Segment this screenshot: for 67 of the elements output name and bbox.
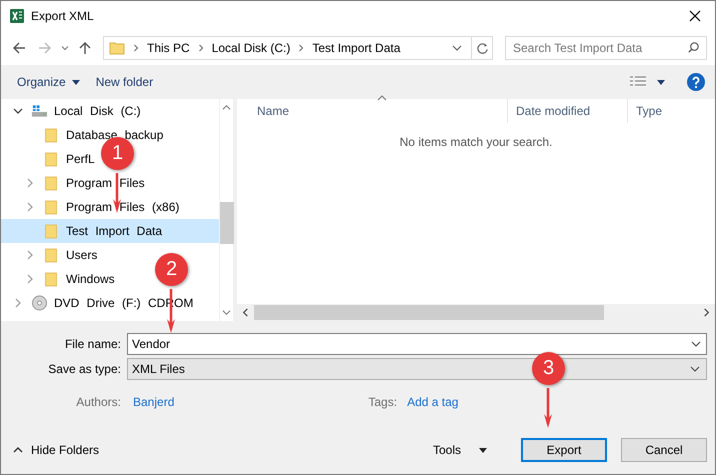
column-header[interactable]: Date modified	[507, 99, 627, 123]
tools-button[interactable]: Tools	[420, 439, 499, 461]
chevron-right-icon	[297, 44, 306, 52]
refresh-icon[interactable]	[476, 42, 488, 54]
chevron-up-icon[interactable]	[222, 103, 231, 112]
authors-link[interactable]: Banjerd	[133, 395, 174, 409]
folder-icon	[109, 40, 125, 56]
close-icon[interactable]	[689, 10, 701, 22]
search-field[interactable]: Search Test Import Data	[505, 36, 707, 60]
window-title: Export XML	[31, 9, 94, 23]
help-icon[interactable]	[687, 73, 705, 91]
chevron-down-icon[interactable]	[13, 106, 23, 116]
disc-icon	[31, 295, 48, 311]
tree-item[interactable]: Users	[1, 243, 100, 267]
breadcrumb[interactable]: Test Import Data	[312, 41, 400, 55]
folder-icon	[43, 151, 60, 167]
hide-folders-button[interactable]: Hide Folders	[1, 439, 112, 461]
column-header[interactable]: Type	[627, 99, 715, 123]
scrollbar[interactable]	[219, 99, 233, 321]
tags-label: Tags:	[368, 395, 398, 409]
tree-item[interactable]: PerfL	[1, 147, 97, 171]
chevron-left-icon[interactable]	[241, 308, 250, 317]
tree-item[interactable]: Program Files	[1, 171, 147, 195]
breadcrumb[interactable]: Local Disk (C:)	[212, 41, 290, 55]
tree-item[interactable]: Test Import Data	[1, 219, 219, 243]
folder-icon	[43, 175, 60, 191]
file-name-label: File name:	[64, 337, 122, 351]
breadcrumb[interactable]: This PC	[147, 41, 190, 55]
folder-icon	[43, 127, 60, 143]
caret-icon[interactable]	[657, 80, 665, 84]
add-tag-link[interactable]: Add a tag	[407, 395, 458, 409]
chevron-right-icon	[196, 44, 205, 52]
chevron-up-icon	[13, 445, 23, 455]
caret-icon	[72, 80, 80, 84]
folder-icon	[43, 247, 60, 263]
tree-item[interactable]: Windows	[1, 267, 117, 291]
folder-icon	[43, 223, 60, 239]
scrollbar[interactable]	[237, 304, 715, 321]
chevron-down-icon[interactable]	[222, 308, 231, 317]
chevron-down-icon	[690, 364, 700, 374]
empty-message: No items match your search.	[400, 135, 552, 149]
chevron-down-icon[interactable]	[452, 43, 462, 53]
file-name-field[interactable]: Vendor	[127, 333, 707, 355]
step-badge: 2	[155, 253, 188, 286]
new-folder-button[interactable]: New folder	[88, 71, 162, 93]
cancel-button[interactable]: Cancel	[621, 438, 707, 462]
file-type-label: Save as type:	[47, 362, 122, 376]
sort-caret-icon	[377, 95, 387, 101]
scrollbar-thumb[interactable]	[220, 202, 234, 244]
search-icon	[687, 41, 700, 54]
caret-icon	[479, 448, 487, 452]
chevron-right-icon[interactable]	[702, 308, 711, 317]
tree-item[interactable]: Program Files (x86)	[1, 195, 182, 219]
tree-item[interactable]: Local Disk (C:)	[1, 99, 143, 123]
chevron-down-icon	[691, 339, 701, 349]
spreadsheet-app-icon	[9, 8, 25, 24]
address-bar[interactable]: This PC Local Disk (C:) Test Import Data	[103, 36, 493, 60]
up-arrow-icon[interactable]	[78, 41, 92, 55]
chevron-right-icon	[132, 44, 140, 52]
export-button[interactable]: Export	[521, 438, 607, 462]
column-header[interactable]: Name	[237, 99, 507, 123]
authors-label: Authors:	[75, 395, 122, 409]
organize-button[interactable]: Organize	[9, 71, 88, 93]
folder-icon	[43, 271, 60, 287]
folder-icon	[43, 199, 60, 215]
drive-icon	[31, 103, 48, 119]
back-arrow-icon[interactable]	[12, 41, 26, 55]
